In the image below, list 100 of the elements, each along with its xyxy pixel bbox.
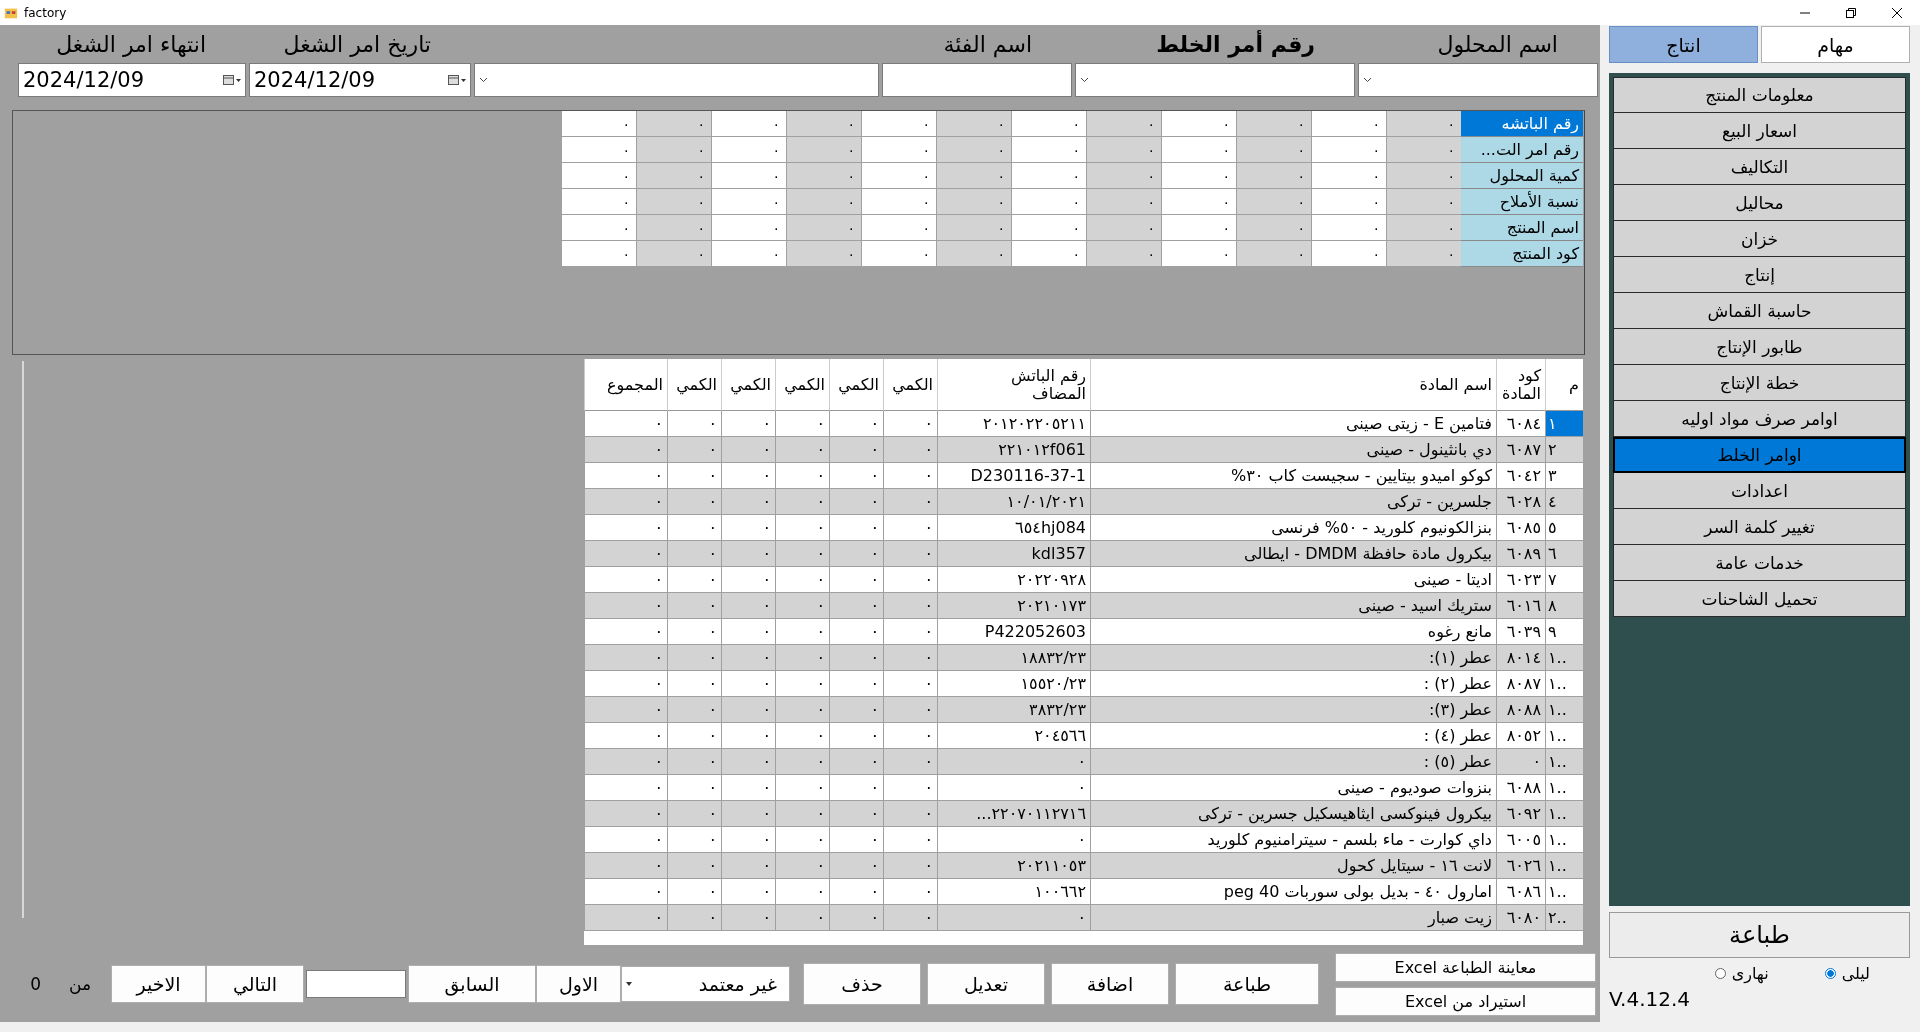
first-button[interactable]: الاول [536, 965, 621, 1003]
row-index[interactable]: ٥ [1545, 515, 1583, 541]
table-cell: ٠ [667, 697, 721, 723]
date-picker[interactable]: 2024/12/09 [18, 63, 246, 97]
menu-item[interactable]: اوامر صرف مواد اوليه [1613, 401, 1906, 437]
table-cell: ٠ [883, 723, 937, 749]
table-cell: ٠ [1311, 215, 1386, 241]
table-cell: ٠ [1236, 189, 1311, 215]
menu-item[interactable]: تحميل الشاحنات [1613, 581, 1906, 617]
table-cell: ٠ [1011, 111, 1086, 137]
table-cell: ٠ [1311, 137, 1386, 163]
table-cell: ٦٠٢٦ [1496, 853, 1545, 879]
table-cell: ٠ [936, 241, 1011, 267]
row-index[interactable]: ١.. [1545, 723, 1583, 749]
menu-item[interactable]: خدمات عامة [1613, 545, 1906, 581]
row-index[interactable]: ١.. [1545, 671, 1583, 697]
excel-button[interactable]: استيراد من Excel [1335, 986, 1596, 1016]
menu-item[interactable]: اوامر الخلط [1613, 437, 1906, 473]
action-button[interactable]: طباعة [1175, 963, 1319, 1005]
row-index[interactable]: ١.. [1545, 827, 1583, 853]
table-cell: ٠ [883, 411, 937, 437]
menu-item[interactable]: حاسبة القماش [1613, 293, 1906, 329]
radio-label[interactable]: ليلى [1841, 964, 1870, 983]
row-header[interactable]: نسبة الأملاح [1461, 189, 1583, 215]
row-index[interactable]: ١ [1545, 411, 1583, 437]
row-header[interactable]: رقم امر الت... [1461, 137, 1583, 163]
previous-button[interactable]: السابق [408, 965, 536, 1003]
radio-button[interactable] [1824, 968, 1836, 979]
row-header[interactable]: رقم الباتشه [1461, 111, 1583, 137]
table-cell: ٠ [937, 827, 1090, 853]
row-index[interactable]: ٣ [1545, 463, 1583, 489]
combo-box[interactable] [1075, 63, 1355, 97]
field-label: اسم المحلول [1436, 31, 1559, 57]
table-cell: ٠ [883, 801, 937, 827]
table-cell: ٠ [721, 827, 775, 853]
menu-item[interactable]: معلومات المنتج [1613, 77, 1906, 113]
menu-item[interactable]: خزان [1613, 221, 1906, 257]
next-button[interactable]: التالي [206, 965, 304, 1003]
menu-item[interactable]: خطة الإنتاج [1613, 365, 1906, 401]
table-cell: ٠ [667, 541, 721, 567]
table-cell: ٠ [1161, 215, 1236, 241]
table-cell: دي بانثينول - صينى [1090, 437, 1496, 463]
row-header[interactable]: كود المنتج [1461, 241, 1583, 267]
tab[interactable]: مهام [1761, 26, 1910, 63]
action-button[interactable]: تعديل [927, 963, 1045, 1005]
date-picker[interactable]: 2024/12/09 [249, 63, 471, 97]
text-field[interactable] [882, 63, 1072, 97]
table-cell: ٠ [937, 775, 1090, 801]
excel-button[interactable]: معاينة الطباعة Excel [1335, 952, 1596, 982]
menu-item[interactable]: محاليل [1613, 185, 1906, 221]
table-cell: ٠ [1161, 137, 1236, 163]
table-cell: ٠ [584, 437, 667, 463]
radio-label[interactable]: نهارى [1731, 964, 1769, 983]
menu-item[interactable]: اعدادات [1613, 473, 1906, 509]
table-cell: ٠ [829, 879, 883, 905]
table-cell: عطر (٥) : [1090, 749, 1496, 775]
combo-box[interactable] [1358, 63, 1598, 97]
print-button[interactable]: طباعة [1609, 912, 1910, 958]
row-index[interactable]: ١.. [1545, 879, 1583, 905]
menu-item[interactable]: اسعار البيع [1613, 113, 1906, 149]
table-cell: ٠ [721, 541, 775, 567]
menu-item[interactable]: التكاليف [1613, 149, 1906, 185]
caret-icon [1363, 77, 1372, 83]
radio-button[interactable] [1714, 968, 1726, 979]
row-index[interactable]: ١.. [1545, 775, 1583, 801]
action-button[interactable]: حذف [803, 963, 921, 1005]
last-button[interactable]: الاخير [111, 965, 206, 1003]
row-index[interactable]: ١.. [1545, 749, 1583, 775]
menu-item[interactable]: طابور الإنتاج [1613, 329, 1906, 365]
row-header[interactable]: كمية المحلول [1461, 163, 1583, 189]
table-cell: عطر (٢) : [1090, 671, 1496, 697]
menu-item[interactable]: تغيير كلمة السر [1613, 509, 1906, 545]
combo-box[interactable] [474, 63, 879, 97]
row-index[interactable]: ١.. [1545, 697, 1583, 723]
page-field[interactable] [306, 970, 406, 998]
row-index[interactable]: ١.. [1545, 645, 1583, 671]
table-cell: ٨٠١٤ [1496, 645, 1545, 671]
row-index[interactable]: ٦ [1545, 541, 1583, 567]
table-cell: ٠ [883, 645, 937, 671]
table-cell: ٦٠٠٥ [1496, 827, 1545, 853]
table-cell: D230116-37-1 [937, 463, 1090, 489]
row-index[interactable]: ٧ [1545, 567, 1583, 593]
status-dropdown[interactable]: غير معتمد [621, 966, 790, 1002]
action-button[interactable]: اضافة [1051, 963, 1169, 1005]
table-cell: ٠ [636, 163, 711, 189]
row-index[interactable]: ١.. [1545, 853, 1583, 879]
table-cell: عطر (٤) : [1090, 723, 1496, 749]
menu-item[interactable]: إنتاج [1613, 257, 1906, 293]
row-index[interactable]: ٢.. [1545, 905, 1583, 931]
caret-icon [1080, 77, 1089, 83]
table-cell: ٠ [1161, 189, 1236, 215]
row-index[interactable]: ٢ [1545, 437, 1583, 463]
table-cell: ٦٠٨٥ [1496, 515, 1545, 541]
row-index[interactable]: ٩ [1545, 619, 1583, 645]
row-index[interactable]: ٤ [1545, 489, 1583, 515]
row-header[interactable]: اسم المنتج [1461, 215, 1583, 241]
table-cell: ٠ [775, 879, 829, 905]
tab[interactable]: انتاج [1609, 26, 1758, 63]
row-index[interactable]: ١.. [1545, 801, 1583, 827]
row-index[interactable]: ٨ [1545, 593, 1583, 619]
